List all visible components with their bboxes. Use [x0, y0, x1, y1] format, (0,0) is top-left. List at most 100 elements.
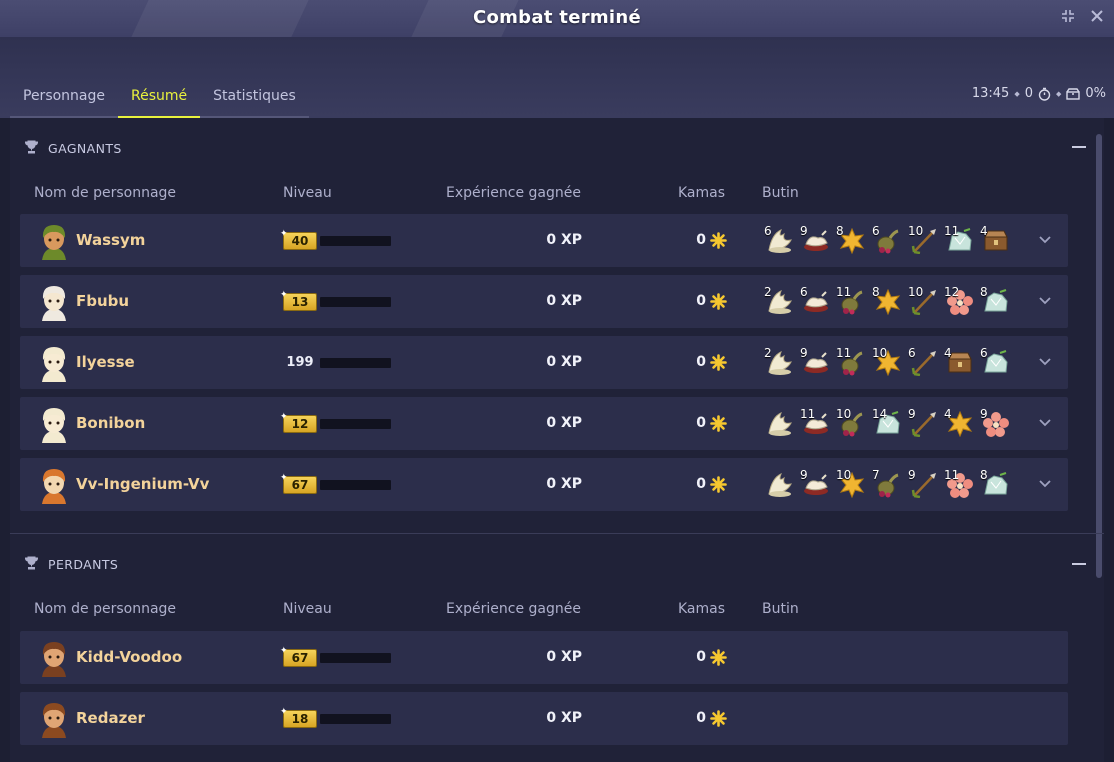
loot-item[interactable]: 8 [978, 467, 1014, 503]
loot-item[interactable]: 8 [870, 284, 906, 320]
loot-item[interactable]: 11 [942, 223, 978, 259]
kamas-gained: 0 [696, 710, 706, 726]
xp-gained: 0 XP [546, 710, 582, 726]
tabs: Personnage Résumé Statistiques [10, 85, 309, 118]
loot-item[interactable]: 4 [942, 406, 978, 442]
tab-statistiques[interactable]: Statistiques [200, 85, 309, 116]
chevron-down-icon[interactable] [1036, 475, 1054, 493]
player-row[interactable]: Redazer 18 0 XP 0 [20, 692, 1068, 745]
xp-gained: 0 XP [546, 476, 582, 492]
loot-quantity: 6 [980, 346, 988, 360]
kamas-icon [710, 293, 727, 310]
avatar [36, 222, 72, 260]
loot-item[interactable]: 12 [942, 284, 978, 320]
loot-item[interactable] [762, 406, 798, 442]
loot-item[interactable]: 6 [870, 223, 906, 259]
loot-item[interactable]: 4 [978, 223, 1014, 259]
tab-personnage[interactable]: Personnage [10, 85, 118, 116]
loot-quantity: 8 [872, 285, 880, 299]
player-row[interactable]: Wassym 40 0 XP 0 6 9 8 6 10 11 4 [20, 214, 1068, 267]
loot-item[interactable]: 8 [978, 284, 1014, 320]
losers-header: PERDANTS [24, 554, 118, 574]
loot-item[interactable]: 4 [942, 345, 978, 381]
avatar [36, 700, 72, 738]
loot-item[interactable]: 10 [834, 467, 870, 503]
loot-item[interactable]: 9 [798, 467, 834, 503]
player-row[interactable]: Ilyesse 199 0 XP 0 2 9 11 10 6 4 6 [20, 336, 1068, 389]
close-icon[interactable] [1088, 9, 1106, 27]
avatar [36, 466, 72, 504]
loot-quantity: 6 [908, 346, 916, 360]
loot-item[interactable]: 9 [798, 223, 834, 259]
loot-quantity: 4 [944, 407, 952, 421]
loot-item[interactable]: 9 [906, 467, 942, 503]
loot-item[interactable]: 6 [978, 345, 1014, 381]
loot-item[interactable]: 10 [906, 223, 942, 259]
player-row[interactable]: Fbubu 13 0 XP 0 2 6 11 8 10 12 8 [20, 275, 1068, 328]
kamas-icon [710, 649, 727, 666]
loot-quantity: 9 [800, 468, 808, 482]
tab-resume[interactable]: Résumé [118, 85, 201, 118]
kamas-icon [710, 415, 727, 432]
loot-item[interactable]: 11 [834, 345, 870, 381]
player-row[interactable]: Bonibon 12 0 XP 0 11 10 14 9 4 9 [20, 397, 1068, 450]
losers-title: PERDANTS [48, 556, 119, 572]
chevron-down-icon[interactable] [1036, 414, 1054, 432]
separator-dot: ◆ [1014, 89, 1020, 98]
loot-quantity: 9 [908, 468, 916, 482]
loot-item[interactable]: 7 [870, 467, 906, 503]
kamas-gained: 0 [696, 415, 706, 431]
section-divider [10, 533, 1104, 534]
winners-title: GAGNANTS [48, 140, 122, 156]
loot-quantity: 8 [980, 468, 988, 482]
loot-item[interactable]: 11 [942, 467, 978, 503]
kamas-icon [710, 354, 727, 371]
loot-quantity: 14 [872, 407, 888, 421]
col-level: Niveau [283, 601, 332, 617]
kamas-gained: 0 [696, 293, 706, 309]
chevron-down-icon[interactable] [1036, 353, 1054, 371]
chevron-down-icon[interactable] [1036, 292, 1054, 310]
loot-quantity: 10 [872, 346, 888, 360]
loot-item[interactable]: 11 [798, 406, 834, 442]
minimize-icon[interactable] [1059, 9, 1077, 27]
loot-item[interactable]: 2 [762, 284, 798, 320]
loot-item[interactable]: 9 [906, 406, 942, 442]
xp-gained: 0 XP [546, 354, 582, 370]
loot-quantity: 2 [764, 346, 772, 360]
loot-item[interactable] [762, 467, 798, 503]
level-badge: 18 [280, 704, 317, 728]
loot-item[interactable]: 9 [978, 406, 1014, 442]
loot-item[interactable]: 9 [798, 345, 834, 381]
scrollbar[interactable] [1096, 134, 1102, 578]
kamas-gained: 0 [696, 354, 706, 370]
level-badge: 67 [280, 470, 317, 494]
title-bar: Combat terminé [0, 0, 1114, 37]
loot-item[interactable]: 6 [798, 284, 834, 320]
loot-item[interactable]: 10 [834, 406, 870, 442]
collapse-losers-button[interactable] [1072, 563, 1086, 565]
loot-item[interactable]: 11 [834, 284, 870, 320]
chevron-down-icon[interactable] [1036, 231, 1054, 249]
loot-quantity: 4 [980, 224, 988, 238]
loot-item[interactable]: 2 [762, 345, 798, 381]
player-row[interactable]: Vv-Ingenium-Vv 67 0 XP 0 9 10 7 9 11 8 [20, 458, 1068, 511]
loot-item[interactable]: 6 [762, 223, 798, 259]
player-name: Bonibon [76, 414, 146, 432]
xp-progress-bar [320, 297, 391, 307]
kamas-gained: 0 [696, 476, 706, 492]
loot-quantity: 10 [836, 407, 852, 421]
loot-quantity: 6 [872, 224, 880, 238]
player-row[interactable]: Kidd-Voodoo 67 0 XP 0 [20, 631, 1068, 684]
loot-item[interactable]: 14 [870, 406, 906, 442]
xp-gained: 0 XP [546, 232, 582, 248]
kamas-gained: 0 [696, 232, 706, 248]
collapse-winners-button[interactable] [1072, 146, 1086, 148]
loot-item[interactable]: 10 [906, 284, 942, 320]
loot-item[interactable]: 8 [834, 223, 870, 259]
loot-item[interactable]: 10 [870, 345, 906, 381]
tab-bar: Personnage Résumé Statistiques 13:45 ◆ 0… [0, 37, 1114, 118]
level-badge: 12 [280, 409, 317, 433]
loot-percent: 0% [1085, 86, 1106, 101]
loot-item[interactable]: 6 [906, 345, 942, 381]
